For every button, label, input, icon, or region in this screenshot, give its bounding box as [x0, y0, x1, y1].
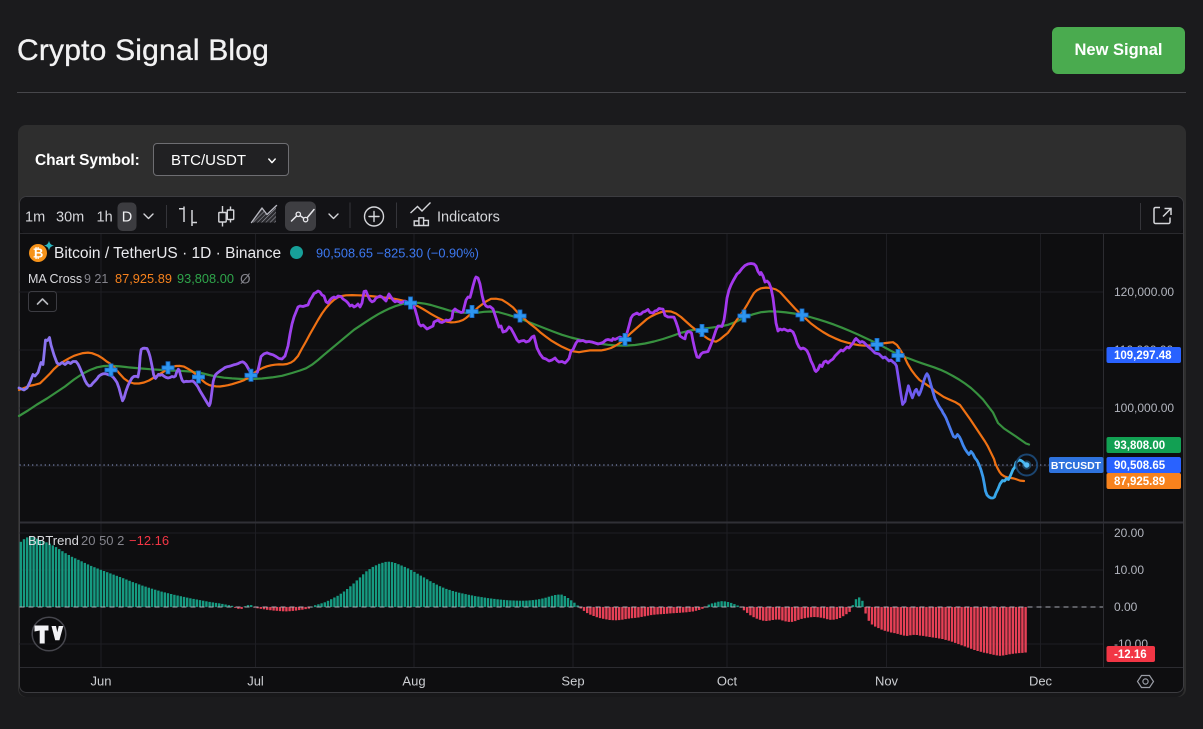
svg-text:20 50 2: 20 50 2 [81, 533, 124, 548]
svg-text:1m: 1m [25, 210, 45, 226]
svg-text:Indicators: Indicators [437, 210, 500, 226]
svg-text:120,000.00: 120,000.00 [1114, 285, 1174, 299]
svg-text:30m: 30m [56, 210, 84, 226]
svg-text:BTCUSDT: BTCUSDT [1051, 460, 1102, 472]
svg-text:Sep: Sep [561, 674, 584, 689]
svg-text:10.00: 10.00 [1114, 563, 1144, 577]
svg-text:109,297.48: 109,297.48 [1114, 350, 1172, 362]
svg-text:−12.16: −12.16 [129, 533, 169, 548]
svg-text:D: D [122, 210, 132, 226]
svg-text:100,000.00: 100,000.00 [1114, 401, 1174, 415]
svg-text:Oct: Oct [717, 674, 738, 689]
svg-text:Bitcoin / TetherUS · 1D · Bina: Bitcoin / TetherUS · 1D · Binance [54, 245, 281, 262]
svg-text:Dec: Dec [1029, 674, 1053, 689]
svg-text:MA Cross: MA Cross [28, 272, 82, 286]
svg-text:93,808.00: 93,808.00 [1114, 440, 1165, 452]
svg-text:-12.16: -12.16 [1114, 649, 1147, 661]
svg-text:Jun: Jun [91, 674, 112, 689]
svg-text:Aug: Aug [402, 674, 425, 689]
svg-text:90,508.65 −825.30 (−0.90%): 90,508.65 −825.30 (−0.90%) [316, 246, 479, 261]
svg-text:20.00: 20.00 [1114, 526, 1144, 540]
svg-text:Nov: Nov [875, 674, 899, 689]
svg-text:9 21: 9 21 [84, 272, 108, 286]
svg-text:Ø: Ø [240, 272, 251, 287]
svg-text:0.00: 0.00 [1114, 600, 1138, 614]
svg-text:93,808.00: 93,808.00 [177, 271, 234, 286]
svg-text:1h: 1h [97, 210, 113, 226]
svg-text:Jul: Jul [247, 674, 264, 689]
svg-text:₿: ₿ [33, 246, 44, 261]
svg-text:87,925.89: 87,925.89 [115, 271, 172, 286]
svg-text:BBTrend: BBTrend [28, 533, 79, 548]
svg-text:87,925.89: 87,925.89 [1114, 476, 1165, 488]
svg-text:90,508.65: 90,508.65 [1114, 460, 1166, 472]
